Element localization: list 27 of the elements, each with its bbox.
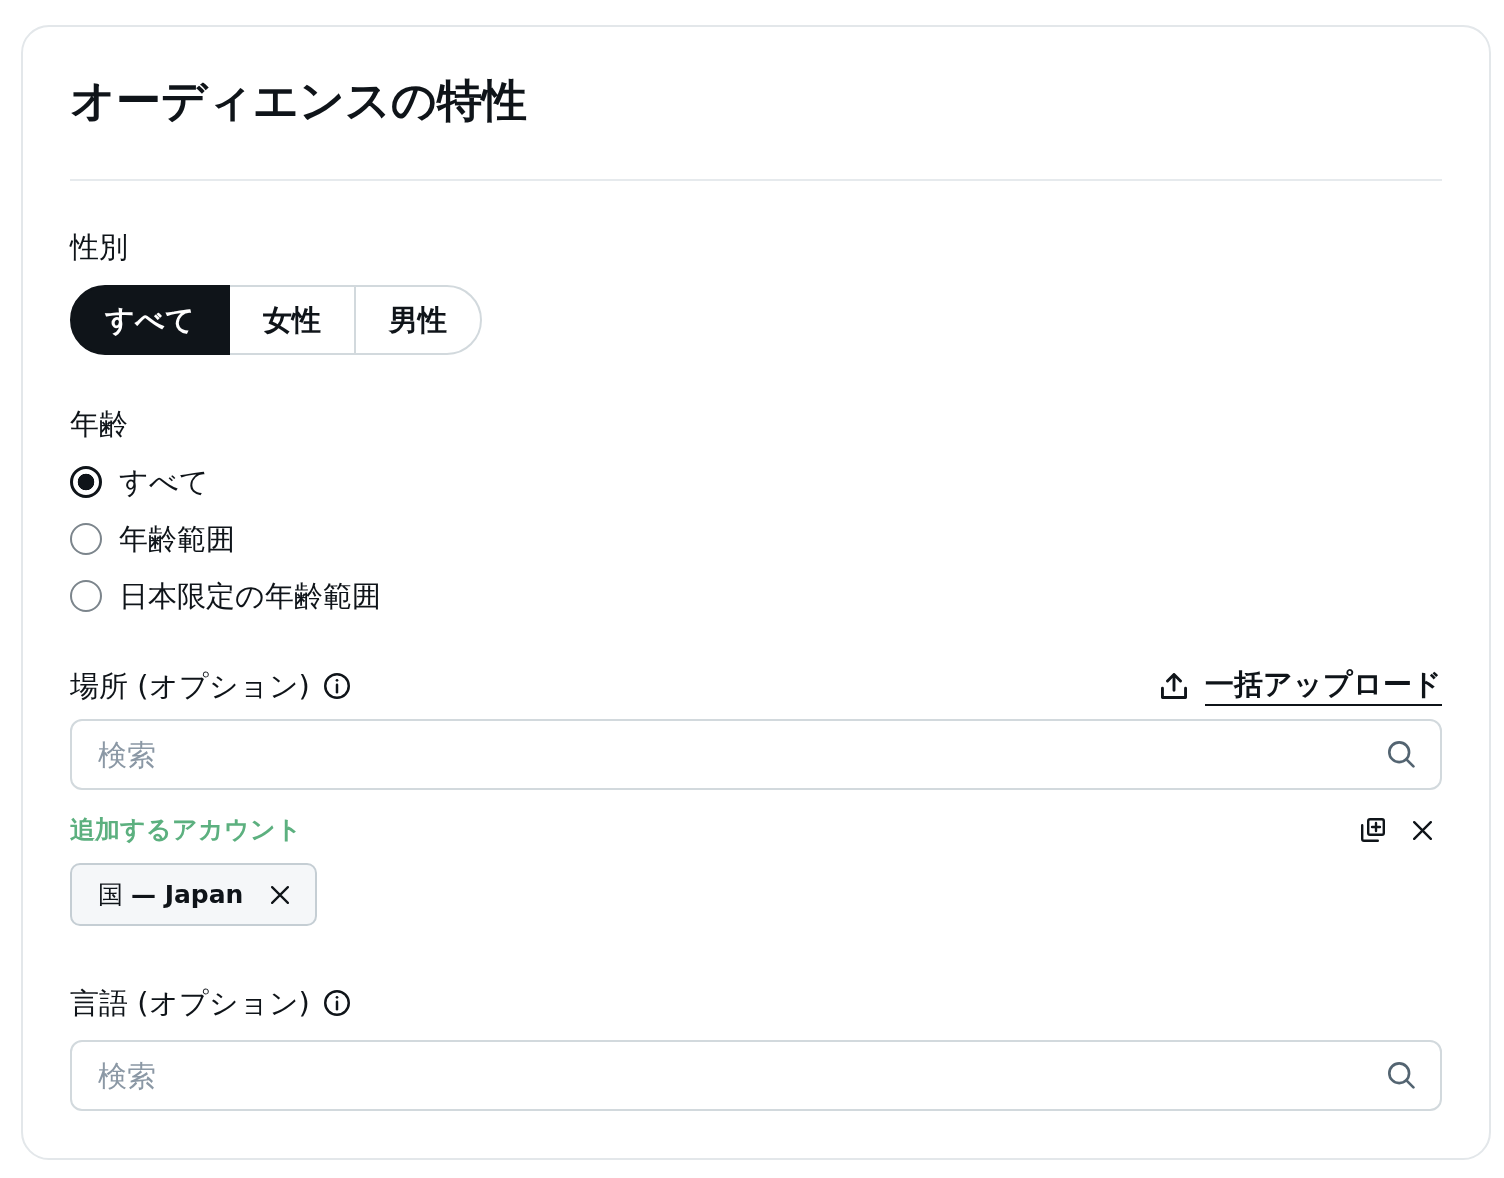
- section-label: 場所 (オプション): [70, 669, 310, 703]
- duplicate-plus-icon[interactable]: [1361, 818, 1385, 842]
- section-label: 言語 (オプション): [70, 986, 310, 1020]
- radio-button[interactable]: [70, 522, 102, 555]
- radio-label[interactable]: 年齢範囲: [119, 521, 235, 556]
- radio-button[interactable]: [70, 579, 102, 612]
- bulk-upload-link[interactable]: 一括アップロード: [1161, 666, 1442, 706]
- segment-tab[interactable]: 男性: [354, 285, 482, 355]
- segment-tab[interactable]: 女性: [228, 285, 356, 355]
- radio-label[interactable]: 日本限定の年齢範囲: [119, 578, 381, 613]
- search-field[interactable]: 検索: [70, 719, 1442, 790]
- radio-button[interactable]: [70, 465, 102, 498]
- chip-label: 国 — Japan: [98, 879, 244, 910]
- search-icon[interactable]: [1388, 1062, 1415, 1089]
- info-icon[interactable]: [323, 673, 350, 699]
- info-icon[interactable]: [323, 990, 350, 1016]
- search-icon[interactable]: [1388, 741, 1415, 768]
- list-heading: 追加するアカウント: [70, 814, 302, 846]
- section-label: 性別: [70, 230, 128, 264]
- close-icon[interactable]: [1413, 820, 1432, 840]
- segment-tab[interactable]: すべて: [70, 285, 230, 355]
- remove-icon[interactable]: [271, 885, 290, 904]
- search-field[interactable]: 検索: [70, 1040, 1442, 1111]
- section-label: 年齢: [70, 407, 128, 441]
- radio-label[interactable]: すべて: [119, 464, 209, 499]
- card-title: オーディエンスの特性: [70, 74, 527, 128]
- upload-icon: [1161, 673, 1187, 699]
